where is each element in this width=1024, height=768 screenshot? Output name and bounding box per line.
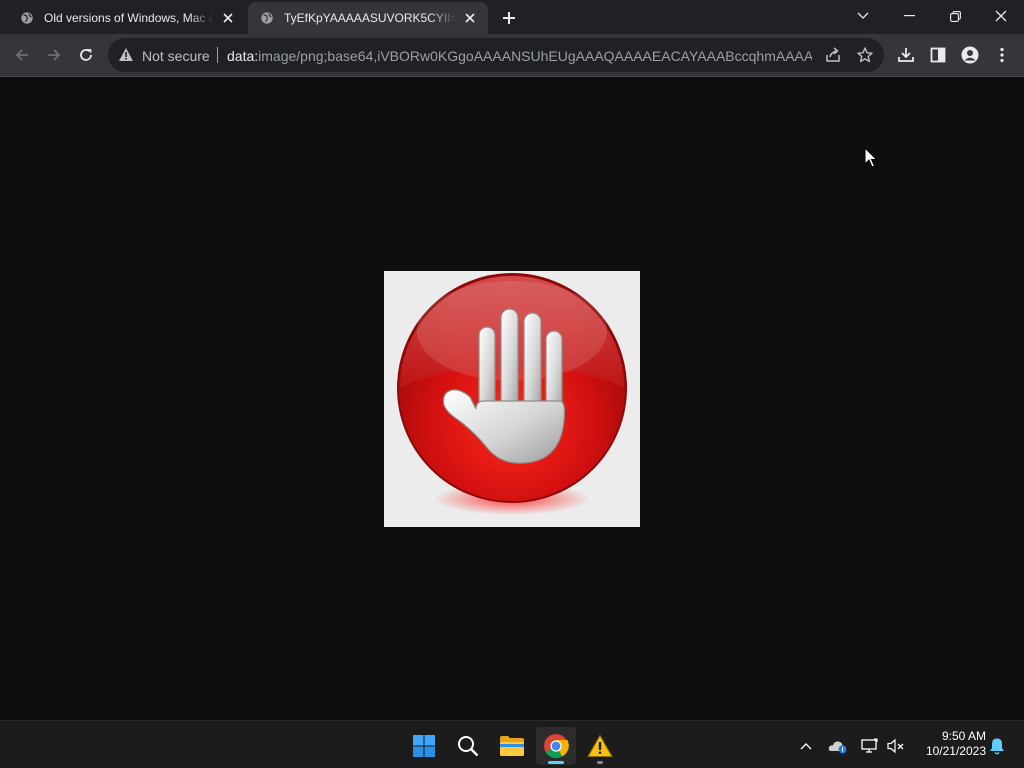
kebab-menu-icon (1000, 47, 1004, 63)
reload-button[interactable] (71, 40, 101, 70)
tab-title: TyEfKpYAAAAASUVORK5CYII= (2 (284, 11, 456, 25)
windows-taskbar: 9:50 AM 10/21/2023 (0, 720, 1024, 768)
search-icon (458, 736, 479, 757)
omnibox-divider (217, 47, 218, 63)
arrow-left-icon (15, 49, 28, 61)
volume-muted-icon (887, 738, 904, 754)
url-rest: image/png;base64,iVBORw0KGgoAAAANSUhEUgA… (258, 48, 812, 64)
onedrive-button[interactable] (827, 735, 849, 757)
chrome-icon (544, 734, 569, 759)
reload-icon (80, 49, 92, 61)
browser-toolbar: Not secure data:image/png;base64,iVBORw0… (0, 34, 1024, 77)
url-text[interactable]: data:image/png;base64,iVBORw0KGgoAAAANSU… (227, 48, 812, 64)
network-button[interactable] (859, 735, 881, 757)
windows-start-icon (413, 735, 435, 757)
taskbar-search-button[interactable] (448, 727, 488, 765)
globe-icon (21, 12, 33, 24)
side-panel-icon (930, 47, 946, 63)
tab-title: Old versions of Windows, Mac and (44, 11, 214, 25)
active-app-indicator (548, 761, 564, 764)
mouse-cursor-icon (864, 147, 878, 168)
close-tab-icon[interactable] (220, 10, 236, 26)
close-tab-icon[interactable] (462, 10, 478, 26)
clock-date: 10/21/2023 (925, 744, 986, 758)
close-window-button[interactable] (978, 0, 1024, 32)
downloads-button[interactable] (891, 40, 921, 70)
tab-old-versions[interactable]: Old versions of Windows, Mac and (8, 2, 246, 34)
new-tab-button[interactable] (498, 7, 520, 29)
clock-time: 9:50 AM (941, 729, 986, 743)
running-app-indicator (597, 761, 603, 764)
address-bar[interactable]: Not secure data:image/png;base64,iVBORw0… (108, 38, 884, 72)
side-panel-button[interactable] (923, 40, 953, 70)
bookmark-star-icon[interactable] (856, 46, 874, 64)
warning-app-icon (587, 734, 613, 757)
taskbar-clock[interactable]: 9:50 AM 10/21/2023 (914, 729, 986, 759)
start-button[interactable] (404, 727, 444, 765)
restore-icon (949, 10, 961, 22)
chevron-down-icon (857, 12, 869, 19)
stop-hand-image (384, 271, 640, 527)
taskbar-warning-app[interactable] (580, 727, 620, 765)
file-explorer-icon (500, 736, 524, 756)
tab-search-button[interactable] (840, 0, 886, 32)
download-icon (898, 48, 914, 62)
globe-icon (261, 12, 273, 24)
taskbar-file-explorer[interactable] (492, 727, 532, 765)
arrow-right-icon (48, 49, 61, 61)
tab-data-image[interactable]: TyEfKpYAAAAASUVORK5CYII= (2 (248, 2, 488, 34)
taskbar-chrome[interactable] (536, 727, 576, 765)
plus-icon (503, 12, 515, 24)
close-icon (995, 10, 1007, 22)
volume-button[interactable] (885, 735, 907, 757)
back-button[interactable] (7, 40, 37, 70)
page-content (0, 77, 1024, 720)
not-secure-label[interactable]: Not secure (142, 48, 210, 64)
share-icon[interactable] (824, 46, 842, 64)
show-hidden-icons-button[interactable] (795, 735, 817, 757)
url-scheme: data: (227, 48, 259, 64)
profile-icon (961, 46, 979, 64)
chevron-up-icon (800, 743, 812, 750)
minimize-button[interactable] (886, 0, 932, 32)
notification-center-button[interactable] (986, 735, 1008, 757)
forward-button[interactable] (39, 40, 69, 70)
stop-hand-icon (397, 273, 627, 515)
browser-window: Old versions of Windows, Mac and TyEfKpY… (0, 0, 1024, 77)
onedrive-icon (828, 741, 847, 754)
tab-strip: Old versions of Windows, Mac and TyEfKpY… (0, 0, 1024, 34)
menu-button[interactable] (987, 40, 1017, 70)
restore-button[interactable] (932, 0, 978, 32)
network-icon (861, 738, 878, 753)
minimize-icon (903, 15, 915, 17)
profile-button[interactable] (955, 40, 985, 70)
bell-icon (990, 738, 1004, 755)
warning-icon[interactable] (118, 47, 134, 62)
